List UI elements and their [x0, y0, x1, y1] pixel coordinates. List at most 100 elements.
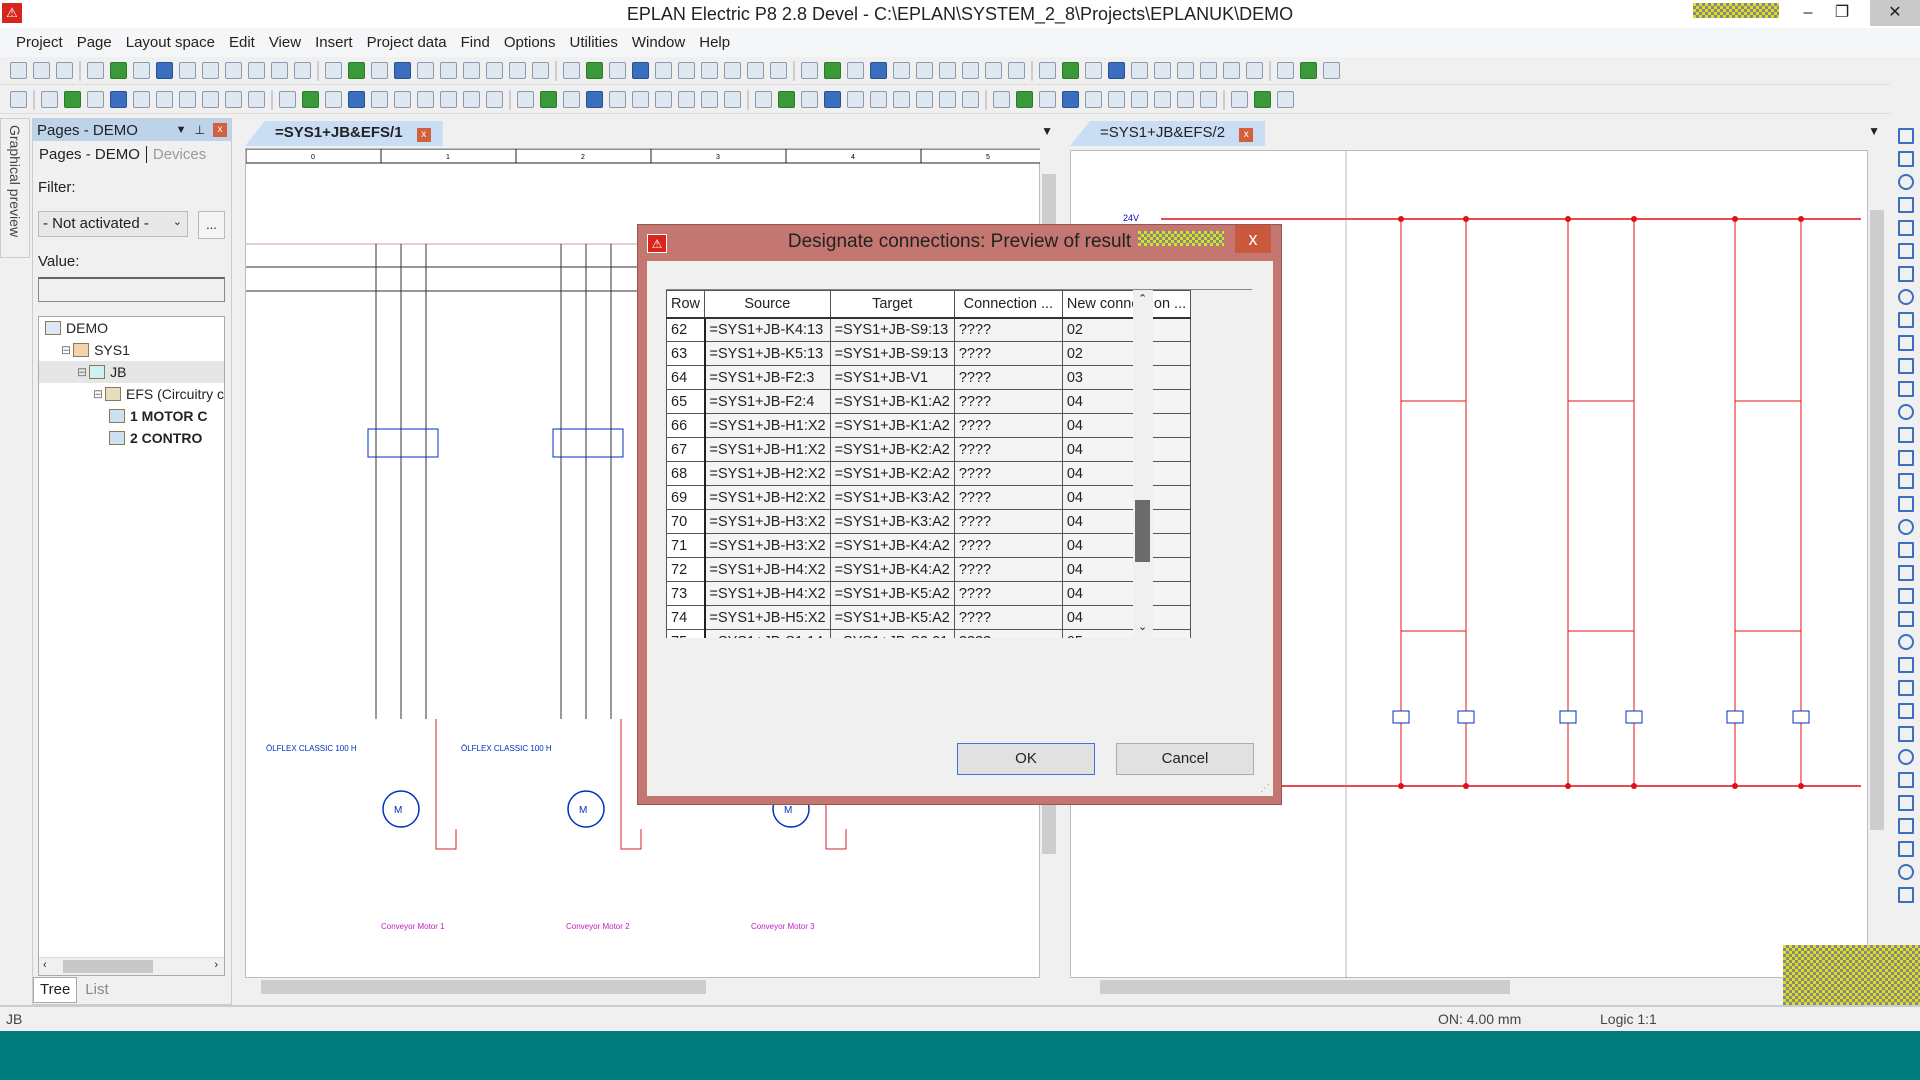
- toolbar-button-icon[interactable]: [1177, 62, 1194, 79]
- toolbar-button-icon[interactable]: [394, 62, 411, 79]
- tree-node[interactable]: ⊟JB: [39, 361, 224, 383]
- connection-symbol-icon[interactable]: [1898, 680, 1914, 696]
- toolbar-button-icon[interactable]: [1254, 91, 1271, 108]
- toolbar-button-icon[interactable]: [1008, 62, 1025, 79]
- tab-efs-1[interactable]: =SYS1+JB&EFS/1 x: [245, 121, 443, 146]
- tab-devices[interactable]: Devices: [147, 146, 206, 163]
- menu-edit[interactable]: Edit: [229, 34, 255, 51]
- connection-symbol-icon[interactable]: [1898, 772, 1914, 788]
- connection-symbol-icon[interactable]: [1898, 427, 1914, 443]
- new-connection-designation-cell[interactable]: 04: [1062, 414, 1190, 438]
- tree-node[interactable]: ⊟EFS (Circuitry c: [39, 383, 224, 405]
- connection-symbol-icon[interactable]: [1898, 266, 1914, 282]
- column-header-target[interactable]: Target: [830, 291, 954, 318]
- menu-help[interactable]: Help: [699, 34, 730, 51]
- menu-window[interactable]: Window: [632, 34, 685, 51]
- connection-symbol-icon[interactable]: [1898, 335, 1914, 351]
- connection-symbol-icon[interactable]: [1898, 312, 1914, 328]
- table-row[interactable]: 75=SYS1+JB-S1:14=SYS1+JB-S2:21????05: [667, 630, 1191, 639]
- table-vertical-scrollbar[interactable]: ⌃ ⌄: [1133, 290, 1153, 638]
- toolbar-button-icon[interactable]: [440, 62, 457, 79]
- toolbar-button-icon[interactable]: [294, 62, 311, 79]
- connection-symbol-icon[interactable]: [1898, 381, 1914, 397]
- table-row[interactable]: 68=SYS1+JB-H2:X2=SYS1+JB-K2:A2????04: [667, 462, 1191, 486]
- menu-options[interactable]: Options: [504, 34, 556, 51]
- collapse-icon[interactable]: ⊟: [93, 387, 103, 401]
- graphical-preview-tab[interactable]: Graphical preview: [0, 118, 30, 258]
- connection-symbol-icon[interactable]: [1898, 220, 1914, 236]
- connection-symbol-icon[interactable]: [1898, 358, 1914, 374]
- toolbar-button-icon[interactable]: [1039, 91, 1056, 108]
- table-row[interactable]: 64=SYS1+JB-F2:3=SYS1+JB-V1????03: [667, 366, 1191, 390]
- toolbar-button-icon[interactable]: [655, 91, 672, 108]
- toolbar-button-icon[interactable]: [225, 91, 242, 108]
- filter-more-button[interactable]: ...: [198, 211, 225, 239]
- connection-symbol-icon[interactable]: [1898, 151, 1914, 167]
- toolbar-button-icon[interactable]: [248, 62, 265, 79]
- toolbar-button-icon[interactable]: [770, 62, 787, 79]
- toolbar-button-icon[interactable]: [724, 91, 741, 108]
- toolbar-button-icon[interactable]: [33, 62, 50, 79]
- toolbar-button-icon[interactable]: [801, 91, 818, 108]
- tree-node[interactable]: 2 CONTRO: [39, 427, 224, 449]
- toolbar-button-icon[interactable]: [724, 62, 741, 79]
- connection-symbol-icon[interactable]: [1898, 174, 1914, 190]
- connection-symbol-icon[interactable]: [1898, 450, 1914, 466]
- toolbar-button-icon[interactable]: [893, 91, 910, 108]
- connection-symbol-icon[interactable]: [1898, 749, 1914, 765]
- toolbar-button-icon[interactable]: [1154, 91, 1171, 108]
- table-row[interactable]: 67=SYS1+JB-H1:X2=SYS1+JB-K2:A2????04: [667, 438, 1191, 462]
- toolbar-button-icon[interactable]: [271, 62, 288, 79]
- new-connection-designation-cell[interactable]: 04: [1062, 438, 1190, 462]
- toolbar-button-icon[interactable]: [110, 91, 127, 108]
- toolbar-button-icon[interactable]: [133, 62, 150, 79]
- panel-menu-icon[interactable]: ▼: [176, 124, 187, 136]
- toolbar-button-icon[interactable]: [563, 62, 580, 79]
- table-row[interactable]: 74=SYS1+JB-H5:X2=SYS1+JB-K5:A2????04: [667, 606, 1191, 630]
- toolbar-button-icon[interactable]: [985, 62, 1002, 79]
- toolbar-button-icon[interactable]: [847, 91, 864, 108]
- toolbar-button-icon[interactable]: [1108, 91, 1125, 108]
- toolbar-button-icon[interactable]: [371, 62, 388, 79]
- left-doc-horizontal-scrollbar[interactable]: [245, 978, 1040, 996]
- toolbar-button-icon[interactable]: [1200, 91, 1217, 108]
- toolbar-button-icon[interactable]: [532, 62, 549, 79]
- toolbar-button-icon[interactable]: [248, 91, 265, 108]
- collapse-icon[interactable]: ⊟: [61, 343, 71, 357]
- connection-symbol-icon[interactable]: [1898, 795, 1914, 811]
- connection-symbol-icon[interactable]: [1898, 289, 1914, 305]
- connection-symbol-icon[interactable]: [1898, 473, 1914, 489]
- toolbar-button-icon[interactable]: [701, 62, 718, 79]
- scroll-down-icon[interactable]: ⌄: [1138, 620, 1147, 633]
- tree-node[interactable]: ⊟SYS1: [39, 339, 224, 361]
- connection-symbol-icon[interactable]: [1898, 519, 1914, 535]
- toolbar-button-icon[interactable]: [56, 62, 73, 79]
- toolbar-button-icon[interactable]: [1154, 62, 1171, 79]
- connection-symbol-icon[interactable]: [1898, 404, 1914, 420]
- table-row[interactable]: 66=SYS1+JB-H1:X2=SYS1+JB-K1:A2????04: [667, 414, 1191, 438]
- toolbar-button-icon[interactable]: [225, 62, 242, 79]
- toolbar-button-icon[interactable]: [156, 91, 173, 108]
- toolbar-button-icon[interactable]: [417, 62, 434, 79]
- connection-symbol-icon[interactable]: [1898, 634, 1914, 650]
- toolbar-button-icon[interactable]: [202, 62, 219, 79]
- scrollbar-thumb[interactable]: [1135, 500, 1150, 562]
- toolbar-button-icon[interactable]: [1131, 62, 1148, 79]
- toolbar-button-icon[interactable]: [586, 91, 603, 108]
- connection-symbol-icon[interactable]: [1898, 657, 1914, 673]
- new-connection-designation-cell[interactable]: 04: [1062, 486, 1190, 510]
- toolbar-button-icon[interactable]: [824, 91, 841, 108]
- toolbar-button-icon[interactable]: [371, 91, 388, 108]
- ok-button[interactable]: OK: [957, 743, 1095, 775]
- menu-insert[interactable]: Insert: [315, 34, 353, 51]
- new-connection-designation-cell[interactable]: 02: [1062, 318, 1190, 342]
- toolbar-button-icon[interactable]: [1246, 62, 1263, 79]
- pin-icon[interactable]: ⊥: [195, 123, 205, 137]
- toolbar-button-icon[interactable]: [463, 62, 480, 79]
- connection-symbol-icon[interactable]: [1898, 726, 1914, 742]
- toolbar-button-icon[interactable]: [1223, 62, 1240, 79]
- toolbar-button-icon[interactable]: [202, 91, 219, 108]
- toolbar-button-icon[interactable]: [64, 91, 81, 108]
- toolbar-button-icon[interactable]: [41, 91, 58, 108]
- connection-symbol-icon[interactable]: [1898, 243, 1914, 259]
